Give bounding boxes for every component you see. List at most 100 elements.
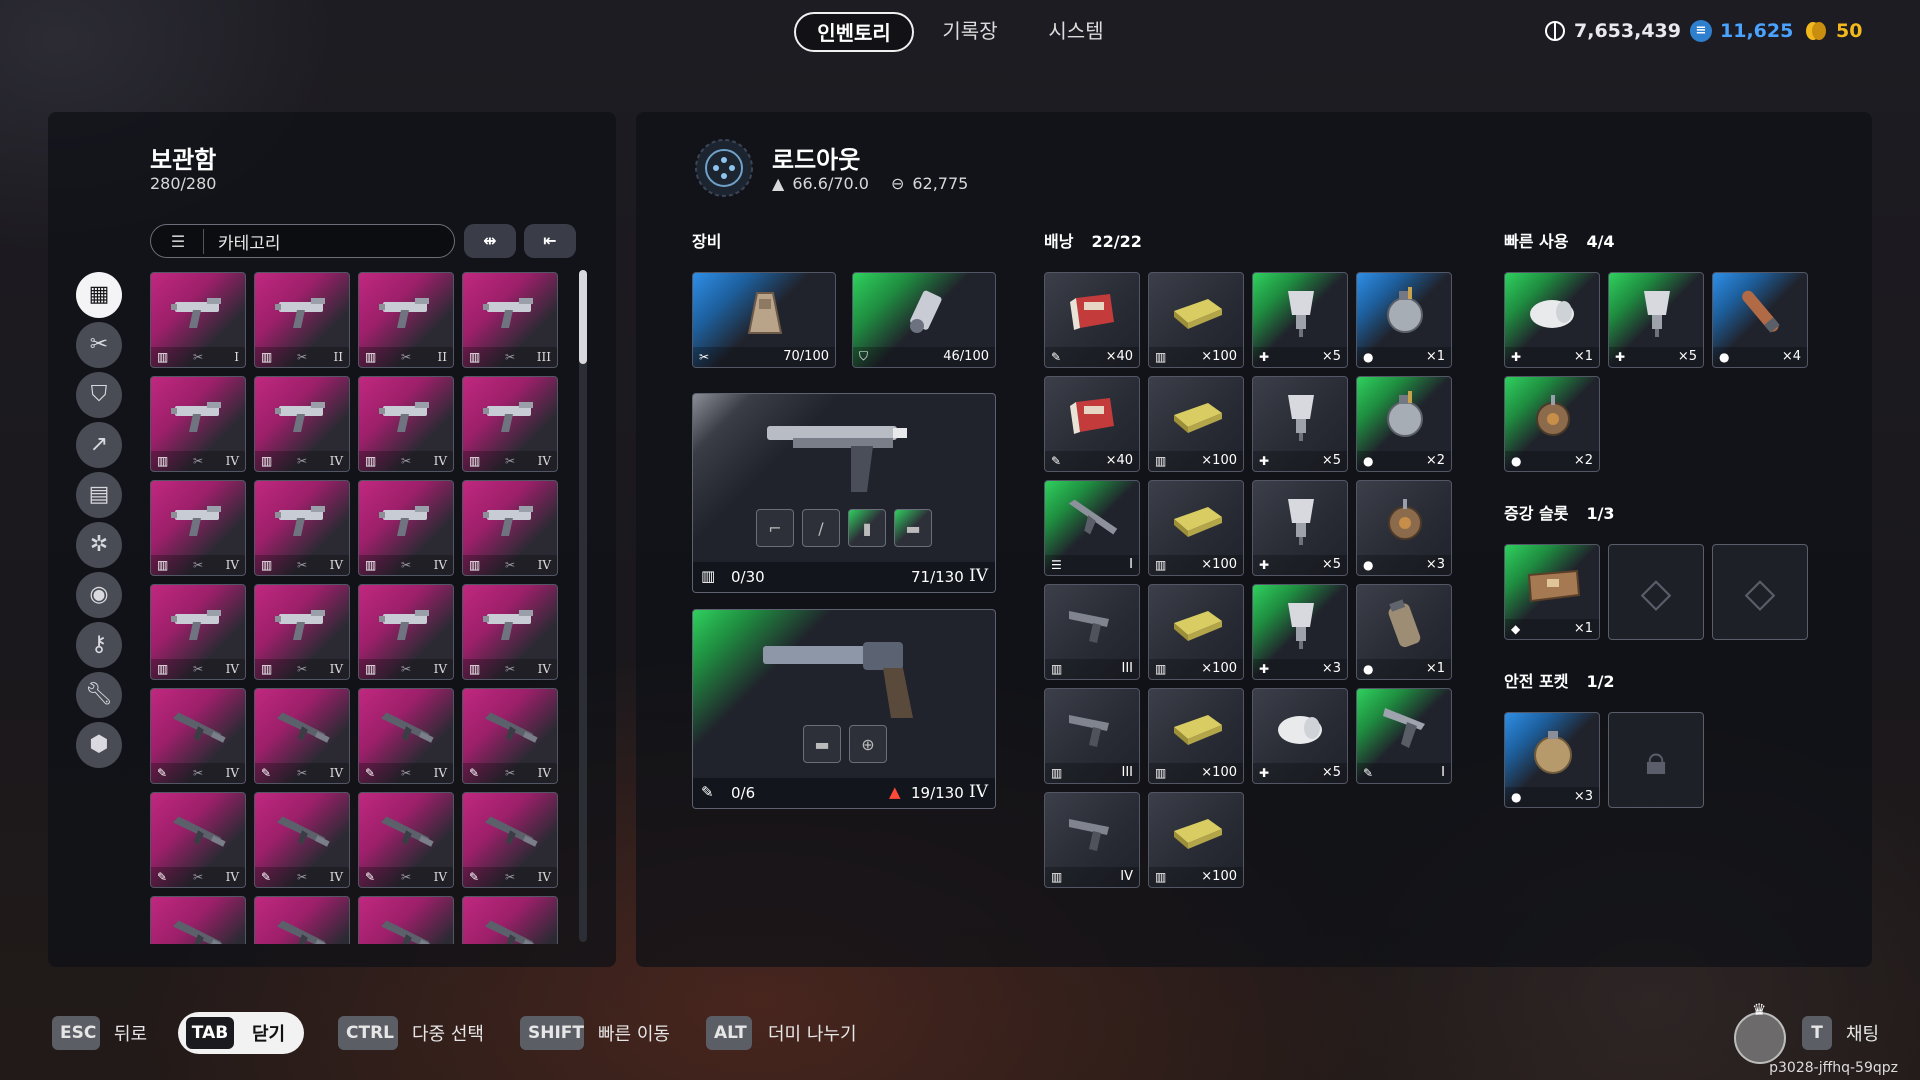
stash-item-slot[interactable]: ✎ ✂ IV (462, 688, 558, 784)
bandage-slot[interactable]: ✚ ×1 (1504, 272, 1600, 368)
injector-slot[interactable]: ✚ ×3 (1252, 584, 1348, 680)
grid-icon[interactable]: ▦ (76, 272, 122, 318)
attachment-slot-3[interactable]: ▮ (848, 509, 886, 547)
attachment-slot-2[interactable]: / (802, 509, 840, 547)
stash-item-slot[interactable]: ▥ ✂ II (358, 272, 454, 368)
category-filter[interactable]: ☰ 카테고리 (150, 224, 455, 258)
sort-button[interactable]: ⇹ (464, 224, 516, 258)
augment-equip-slot[interactable]: ✂ 70/100 (692, 272, 836, 368)
primary-weapon-slot[interactable]: ⌐ / ▮ ▬ ▥ 0/30 71/130 IV (692, 393, 996, 593)
book-icon[interactable]: ▤ (76, 472, 122, 518)
injector-slot[interactable]: ✚ ×5 (1252, 480, 1348, 576)
ctrl-key[interactable]: CTRL (338, 1016, 398, 1050)
mine-slot[interactable]: ● ×2 (1504, 376, 1600, 472)
wrench-icon[interactable]: 🔧︎ (76, 672, 122, 718)
stash-item-slot[interactable]: ▥ ✂ IV (254, 584, 350, 680)
player-avatar[interactable]: ♛ (1734, 1000, 1786, 1064)
stash-item-slot[interactable]: ✎ ✂ IV (254, 792, 350, 888)
mine-slot[interactable]: ● ×3 (1356, 480, 1452, 576)
ammo-gold-slot[interactable]: ▥ ×100 (1148, 584, 1244, 680)
attachment-slot-4[interactable]: ▬ (894, 509, 932, 547)
stash-item-slot[interactable]: ✎ ✂ IV (150, 688, 246, 784)
stash-item-slot[interactable]: ▥ ✂ IV (254, 480, 350, 576)
stash-item-slot[interactable]: ✎ ✂ IV (358, 688, 454, 784)
ammo-box-slot[interactable]: ✎ ×40 (1044, 376, 1140, 472)
stash-item-slot[interactable]: ✎✂ (462, 896, 558, 944)
safe-pocket-slot-1[interactable]: ● ×3 (1504, 712, 1600, 808)
lock-icon: 🔒︎ (1645, 738, 1667, 784)
ammo-gold-slot[interactable]: ▥ ×100 (1148, 688, 1244, 784)
ammo-box-slot[interactable]: ✎ ×40 (1044, 272, 1140, 368)
augment-slot-empty[interactable]: ◇ (1712, 544, 1808, 640)
stash-item-slot[interactable]: ✎ ✂ IV (358, 792, 454, 888)
stash-item-slot[interactable]: ▥ ✂ I (150, 272, 246, 368)
tab-records[interactable]: 기록장 (930, 12, 1010, 52)
tab-system[interactable]: 시스템 (1036, 12, 1116, 52)
pistol-slot[interactable]: ✎ I (1356, 688, 1452, 784)
attachment-icon: ✂ (193, 870, 204, 884)
attachment-slot-1[interactable]: ▬ (803, 725, 841, 763)
shield-equip-slot[interactable]: ⛉ 46/100 (852, 272, 996, 368)
plus-icon: ✚ (1259, 662, 1270, 676)
grenade-slot[interactable]: ● ×1 (1356, 272, 1452, 368)
ammo-gold-slot[interactable]: ▥ ×100 (1148, 480, 1244, 576)
stash-item-slot[interactable]: ✎✂ (254, 896, 350, 944)
attachment-slot-2[interactable]: ⊕ (849, 725, 887, 763)
stash-item-slot[interactable]: ✎ ✂ IV (254, 688, 350, 784)
stash-item-slot[interactable]: ▥ ✂ IV (358, 376, 454, 472)
ammo-icon[interactable]: ↗ (76, 422, 122, 468)
stash-item-slot[interactable]: ▥ ✂ IV (150, 376, 246, 472)
augment-slot-empty[interactable]: ◇ (1608, 544, 1704, 640)
ammo-gold-slot[interactable]: ▥ ×100 (1148, 792, 1244, 888)
stash-item-slot[interactable]: ▥ ✂ III (462, 272, 558, 368)
stash-item-slot[interactable]: ▥ ✂ IV (462, 480, 558, 576)
stash-item-slot[interactable]: ▥ ✂ IV (358, 584, 454, 680)
alt-key[interactable]: ALT (706, 1016, 752, 1050)
shield-icon[interactable]: ⛉ (76, 372, 122, 418)
shift-key[interactable]: SHIFT (520, 1016, 584, 1050)
injector-slot[interactable]: ✚ ×5 (1608, 272, 1704, 368)
esc-key[interactable]: ESC (52, 1016, 100, 1050)
rifle-slot[interactable]: ☰ I (1044, 480, 1140, 576)
attachment-slot-1[interactable]: ⌐ (756, 509, 794, 547)
grenade-slot[interactable]: ● ×2 (1356, 376, 1452, 472)
stash-item-slot[interactable]: ▥ ✂ IV (254, 376, 350, 472)
gear-cog-icon[interactable]: ✲ (76, 522, 122, 568)
augment-slot-1[interactable]: ◆ ×1 (1504, 544, 1600, 640)
box-icon[interactable]: ⬢ (76, 722, 122, 768)
stash-item-slot[interactable]: ▥ ✂ IV (150, 584, 246, 680)
safe-pocket-item-count: ×3 (1573, 789, 1593, 804)
tab-close-button[interactable]: TAB 닫기 (178, 1012, 304, 1054)
stash-item-slot[interactable]: ✎✂ (358, 896, 454, 944)
ammo-gold-slot[interactable]: ▥ ×100 (1148, 272, 1244, 368)
stash-item-slot[interactable]: ✎ ✂ IV (462, 792, 558, 888)
stash-item-slot[interactable]: ▥ ✂ II (254, 272, 350, 368)
chat-key[interactable]: T (1802, 1016, 1832, 1050)
injector-slot[interactable]: ✚ ×5 (1252, 376, 1348, 472)
stash-item-slot[interactable]: ✎ ✂ IV (150, 792, 246, 888)
bandage-slot[interactable]: ✚ ×5 (1252, 688, 1348, 784)
smg-slot[interactable]: ▥ III (1044, 584, 1140, 680)
canister-slot[interactable]: ● ×1 (1356, 584, 1452, 680)
stash-item-slot[interactable]: ▥ ✂ IV (462, 376, 558, 472)
scrollbar-thumb[interactable] (579, 270, 587, 364)
flare-slot[interactable]: ● ×4 (1712, 272, 1808, 368)
tier-label: IV (433, 766, 447, 780)
transfer-button[interactable]: ⇤ (524, 224, 576, 258)
tab-inventory[interactable]: 인벤토리 (794, 12, 914, 52)
stash-item-slot[interactable]: ✎✂ (150, 896, 246, 944)
key-icon[interactable]: ⚷ (76, 622, 122, 668)
safe-pocket-slot-locked[interactable]: 🔒︎ (1608, 712, 1704, 808)
injector-slot[interactable]: ✚ ×5 (1252, 272, 1348, 368)
smg-slot[interactable]: ▥ IV (1044, 792, 1140, 888)
ring-icon[interactable]: ◉ (76, 572, 122, 618)
stash-item-slot[interactable]: ▥ ✂ IV (358, 480, 454, 576)
stash-item-slot[interactable]: ▥ ✂ IV (462, 584, 558, 680)
attachment-icon[interactable]: ✂ (76, 322, 122, 368)
stash-item-slot[interactable]: ▥ ✂ IV (150, 480, 246, 576)
smg-slot[interactable]: ▥ III (1044, 688, 1140, 784)
rifle-icon (273, 805, 333, 859)
secondary-weapon-slot[interactable]: ▬ ⊕ ✎ 0/6 ▲ 19/130 IV (692, 609, 996, 809)
ammo-gold-slot[interactable]: ▥ ×100 (1148, 376, 1244, 472)
stash-scrollbar[interactable] (579, 270, 587, 942)
